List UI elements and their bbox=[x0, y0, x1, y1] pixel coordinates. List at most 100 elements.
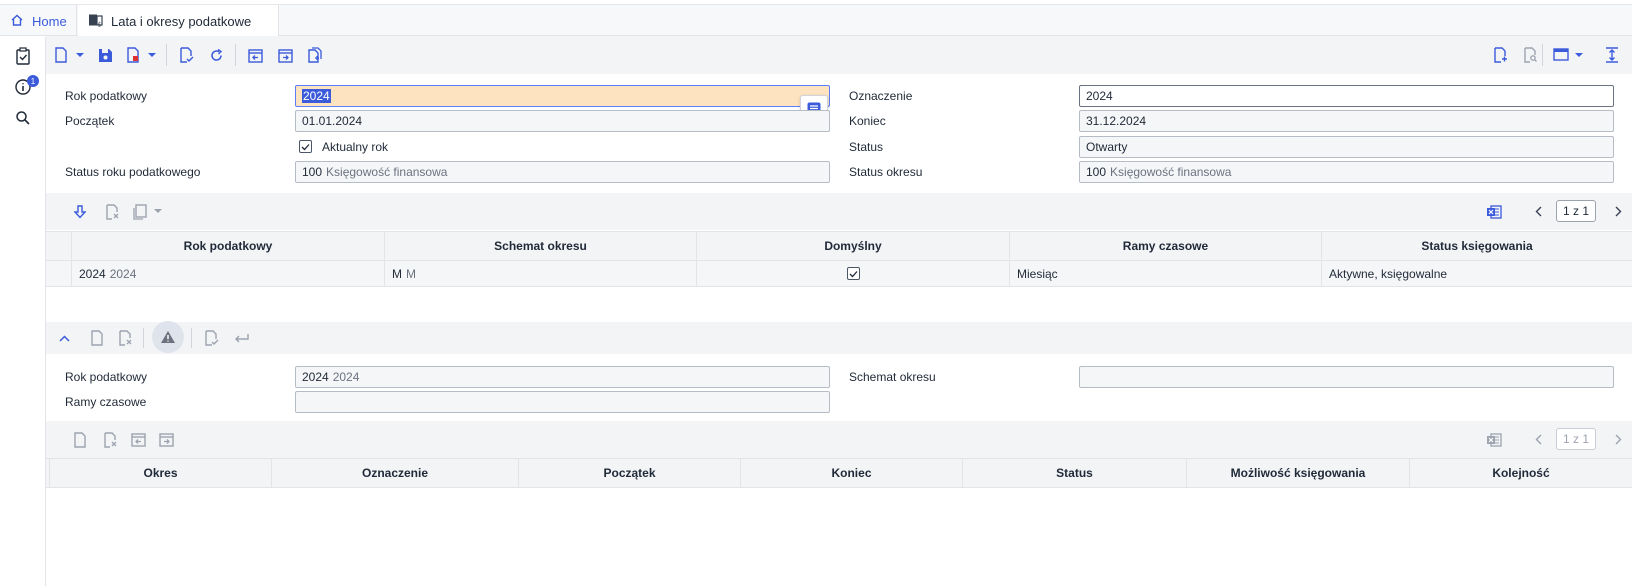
delete-row-icon[interactable] bbox=[99, 193, 125, 230]
aktualny-rok-label: Aktualny rok bbox=[322, 140, 389, 154]
toolbar-separator bbox=[235, 44, 236, 66]
grid2-col-poczatek[interactable]: Początek bbox=[518, 459, 740, 487]
new-detail-icon[interactable] bbox=[84, 322, 110, 354]
chevron-left-icon[interactable] bbox=[1530, 428, 1546, 450]
koniec-input[interactable]: 31.12.2024 bbox=[1079, 110, 1614, 132]
grid1-col-schemat[interactable]: Schemat okresu bbox=[384, 232, 696, 260]
tab-home[interactable]: Home bbox=[0, 5, 77, 37]
calendar-next-icon[interactable] bbox=[153, 421, 179, 458]
grid2-col-oznaczenie[interactable]: Oznaczenie bbox=[271, 459, 518, 487]
copy-document-icon[interactable] bbox=[302, 36, 328, 74]
save-icon[interactable] bbox=[92, 36, 118, 74]
grid1-cell-rok[interactable]: 2024 2024 bbox=[71, 261, 384, 286]
approve-document-icon[interactable] bbox=[173, 36, 199, 74]
toolbar-separator bbox=[1542, 44, 1543, 66]
checkmark-icon bbox=[301, 143, 310, 150]
chevron-right-icon[interactable] bbox=[1610, 428, 1626, 450]
grid2-toolbar: 1 z 1 bbox=[46, 421, 1632, 458]
koniec-label: Koniec bbox=[849, 114, 886, 128]
oznaczenie-label: Oznaczenie bbox=[849, 89, 913, 103]
left-rail bbox=[0, 37, 46, 586]
grid1-cell-status[interactable]: Aktywne, księgowalne bbox=[1321, 261, 1632, 286]
status-okresu-input[interactable]: 100 Księgowość finansowa bbox=[1079, 161, 1614, 183]
chevron-right-icon[interactable] bbox=[1610, 200, 1626, 222]
grid1-ramy-value: Miesiąc bbox=[1017, 266, 1058, 281]
tab-active-label: Lata i okresy podatkowe bbox=[111, 14, 252, 29]
grid2-col-kolejnosc[interactable]: Kolejność bbox=[1409, 459, 1632, 487]
status-roku-input[interactable]: 100 Księgowość finansowa bbox=[295, 161, 830, 183]
chevron-up-icon[interactable] bbox=[51, 322, 77, 354]
chevron-down-icon[interactable] bbox=[74, 36, 86, 74]
grid1-col-rok[interactable]: Rok podatkowy bbox=[71, 232, 384, 260]
rok-podatkowy-input[interactable]: 2024 bbox=[295, 85, 830, 107]
grid2-col-status[interactable]: Status bbox=[962, 459, 1186, 487]
oznaczenie-input[interactable]: 2024 bbox=[1079, 85, 1614, 107]
detail-rok-desc: 2024 bbox=[332, 370, 360, 384]
toolbar-separator bbox=[143, 328, 144, 348]
grid2-col-mozliwosc[interactable]: Możliwość księgowania bbox=[1186, 459, 1409, 487]
grid1-cell-schemat[interactable]: M M bbox=[384, 261, 696, 286]
toolbar-separator bbox=[166, 44, 167, 66]
detail-schemat-label: Schemat okresu bbox=[849, 370, 936, 384]
grid2-pager[interactable]: 1 z 1 bbox=[1556, 428, 1596, 450]
calendar-prev-icon[interactable] bbox=[242, 36, 268, 74]
grid1-pager[interactable]: 1 z 1 bbox=[1556, 200, 1596, 222]
grid1-col-domyslny[interactable]: Domyślny bbox=[696, 232, 1009, 260]
domyslny-checkbox[interactable] bbox=[846, 267, 860, 280]
grid1-cell-ramy[interactable]: Miesiąc bbox=[1009, 261, 1321, 286]
calendar-next-icon[interactable] bbox=[272, 36, 298, 74]
add-document-icon[interactable] bbox=[1487, 36, 1513, 74]
grid1-cell-domyslny[interactable] bbox=[696, 261, 1009, 286]
poczatek-input[interactable]: 01.01.2024 bbox=[295, 110, 830, 132]
status-value: Otwarty bbox=[1086, 140, 1128, 154]
detail-ramy-input[interactable] bbox=[295, 391, 830, 413]
grid1-header: Rok podatkowy Schemat okresu Domyślny Ra… bbox=[46, 231, 1632, 261]
grid1-schemat-code: M bbox=[392, 266, 402, 281]
validate-detail-icon[interactable] bbox=[198, 322, 224, 354]
poczatek-value: 01.01.2024 bbox=[302, 114, 363, 128]
home-icon bbox=[10, 13, 24, 30]
status-roku-desc: Księgowość finansowa bbox=[326, 165, 448, 179]
status-roku-label: Status roku podatkowego bbox=[65, 165, 201, 179]
grid2-header: Okres Oznaczenie Początek Koniec Status … bbox=[46, 458, 1632, 488]
tab-lata-i-okresy[interactable]: $ Lata i okresy podatkowe bbox=[78, 5, 279, 38]
excel-export-icon[interactable] bbox=[1481, 421, 1507, 458]
detail-rok-input[interactable]: 2024 2024 bbox=[295, 366, 830, 388]
grid1-col-status[interactable]: Status księgowania bbox=[1321, 232, 1632, 260]
chevron-down-icon[interactable] bbox=[146, 36, 158, 74]
task-checklist-icon[interactable] bbox=[12, 45, 34, 67]
grid2-col-koniec[interactable]: Koniec bbox=[740, 459, 962, 487]
info-badge: 1 bbox=[27, 75, 39, 87]
new-document-icon[interactable] bbox=[48, 36, 74, 74]
detail-ramy-label: Ramy czasowe bbox=[65, 395, 147, 409]
undo-icon[interactable] bbox=[228, 322, 254, 354]
status-okresu-label: Status okresu bbox=[849, 165, 923, 179]
expand-vertical-icon[interactable] bbox=[1599, 36, 1625, 74]
delete-document-icon[interactable] bbox=[120, 36, 146, 74]
chevron-down-icon[interactable] bbox=[152, 193, 164, 230]
status-input[interactable]: Otwarty bbox=[1079, 136, 1614, 158]
new-row-icon[interactable] bbox=[67, 421, 93, 458]
arrow-down-icon[interactable] bbox=[67, 193, 93, 230]
warning-button[interactable] bbox=[152, 321, 184, 353]
excel-export-icon[interactable] bbox=[1481, 193, 1507, 230]
preview-document-icon[interactable] bbox=[1517, 36, 1543, 74]
layout-window-icon[interactable] bbox=[1548, 36, 1574, 74]
chevron-down-icon[interactable] bbox=[1573, 36, 1585, 74]
chevron-left-icon[interactable] bbox=[1530, 200, 1546, 222]
delete-row-icon[interactable] bbox=[97, 421, 123, 458]
detail-schemat-input[interactable] bbox=[1079, 366, 1614, 388]
calendar-prev-icon[interactable] bbox=[125, 421, 151, 458]
delete-detail-icon[interactable] bbox=[112, 322, 138, 354]
ledger-icon: $ bbox=[88, 13, 104, 30]
grid2-col-okres[interactable]: Okres bbox=[49, 459, 271, 487]
warning-icon bbox=[161, 331, 175, 343]
status-label: Status bbox=[849, 140, 884, 154]
table-row[interactable]: 2024 2024 M M Miesiąc Aktywne, księgowal… bbox=[46, 261, 1632, 287]
refresh-icon[interactable] bbox=[203, 36, 229, 74]
aktualny-rok-checkbox[interactable] bbox=[299, 140, 312, 153]
grid1-col-ramy[interactable]: Ramy czasowe bbox=[1009, 232, 1321, 260]
search-icon[interactable] bbox=[12, 107, 34, 129]
template-icon[interactable] bbox=[127, 193, 153, 230]
status-okresu-code: 100 bbox=[1086, 165, 1107, 179]
